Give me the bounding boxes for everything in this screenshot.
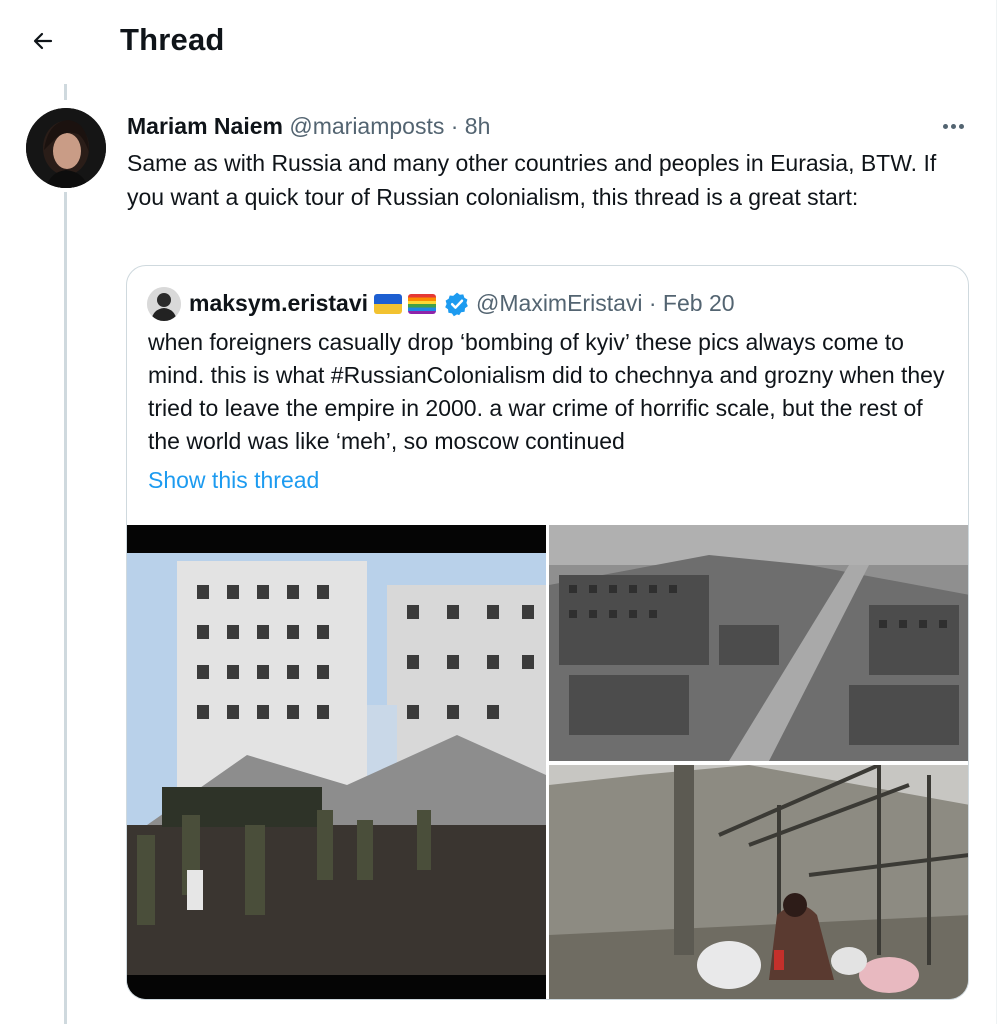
back-button[interactable]: [22, 20, 64, 62]
media-photo-aerial-ruined-city[interactable]: [549, 525, 968, 761]
more-horizontal-icon: [942, 123, 948, 129]
page-title: Thread: [120, 22, 225, 57]
verified-badge-icon: [445, 292, 468, 316]
quoted-tweet-text: when foreigners casually drop ‘bombing o…: [148, 329, 945, 454]
quoted-media-grid: [127, 525, 968, 999]
more-options-button[interactable]: [936, 112, 970, 140]
arrow-left-icon: [33, 32, 53, 50]
media-photo-woman-in-rubble[interactable]: [549, 765, 968, 999]
quoted-author-avatar: [147, 287, 181, 321]
author-name[interactable]: Mariam Naiem: [127, 113, 283, 139]
quoted-author-name: maksym.eristavi: [189, 290, 369, 316]
tweet-text: Same as with Russia and many other count…: [127, 150, 937, 210]
rainbow-flag-emoji: [408, 293, 437, 314]
author-avatar[interactable]: [26, 108, 106, 188]
author-handle-time[interactable]: @mariamposts · 8h: [289, 113, 490, 139]
quoted-author-line: maksym.eristavi @MaximEristavi · Feb 20: [189, 290, 735, 317]
thread-connector-line: [64, 192, 67, 1024]
avatar-photo: [147, 287, 181, 321]
tweet-author-line: Mariam Naiem @mariamposts · 8h: [127, 113, 490, 140]
show-thread-link[interactable]: Show this thread: [148, 467, 319, 494]
quoted-tweet-card[interactable]: maksym.eristavi @MaximEristavi · Feb 20 …: [126, 265, 969, 1000]
thread-header: Thread: [0, 0, 1002, 84]
thread-connector-line: [64, 84, 67, 100]
quoted-handle-date: @MaximEristavi · Feb 20: [476, 290, 735, 316]
column-divider: [996, 0, 997, 1024]
ukraine-flag-emoji: [374, 293, 403, 314]
avatar-photo: [26, 108, 106, 188]
media-photo-ruined-building-soldiers[interactable]: [127, 525, 546, 999]
